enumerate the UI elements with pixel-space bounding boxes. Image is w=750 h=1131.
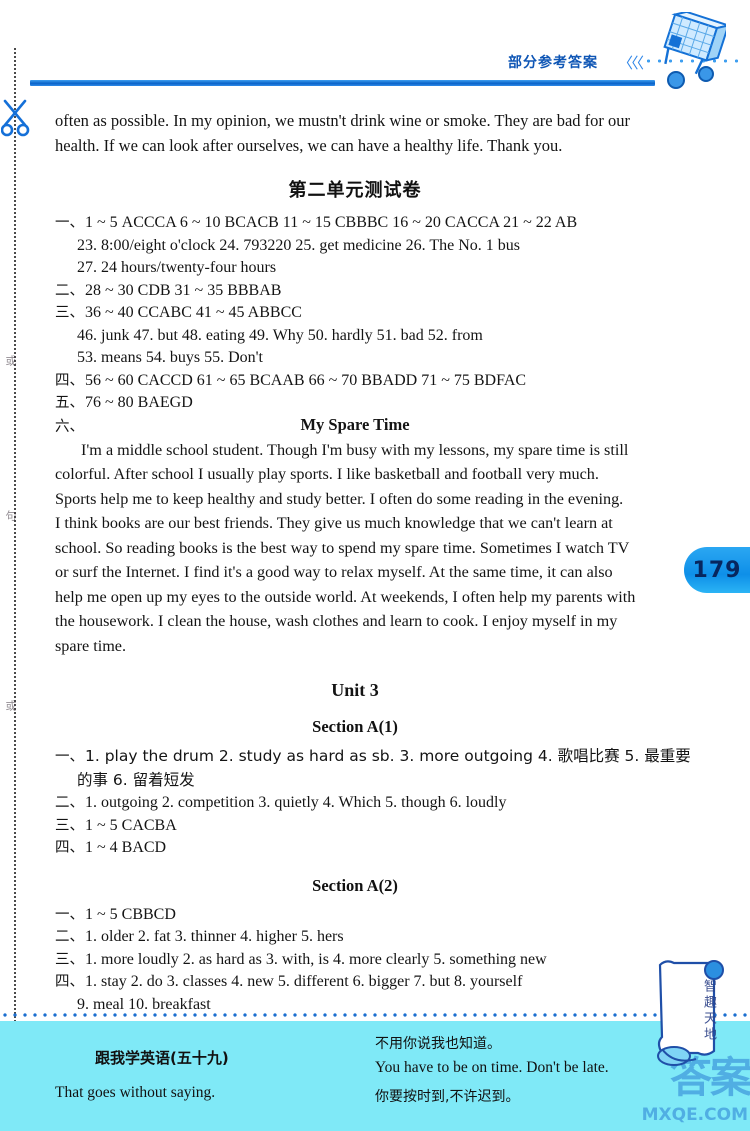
section-marker: 四、 bbox=[55, 840, 84, 856]
answer-text: 1 ~ 5 ACCCA 6 ~ 10 BCACB 11 ~ 15 CBBBC 1… bbox=[85, 214, 578, 231]
answer-row: 53. means 54. buys 55. Don't bbox=[55, 347, 655, 370]
answer-text: 1 ~ 4 BACD bbox=[85, 839, 167, 856]
footer-chinese-1: 不用你说我也知道。 bbox=[375, 1036, 501, 1052]
margin-vertical-text-3: 或 bbox=[4, 700, 17, 713]
essay-line: colorful. After school I usually play sp… bbox=[55, 465, 599, 483]
footer-english-2: You have to be on time. Don't be late. bbox=[375, 1059, 609, 1076]
essay-line: or surf the Internet. I find it's a good… bbox=[55, 563, 613, 581]
unit3-title: Unit 3 bbox=[331, 680, 379, 700]
section-marker: 三、 bbox=[55, 817, 84, 834]
essay-title: My Spare Time bbox=[300, 414, 410, 434]
section-marker: 六、 bbox=[55, 418, 84, 435]
answer-row: 46. junk 47. but 48. eating 49. Why 50. … bbox=[55, 325, 655, 348]
section-marker: 四、 bbox=[55, 372, 84, 389]
page-number-tab: 179 bbox=[684, 547, 750, 593]
section-marker: 一、 bbox=[55, 215, 84, 231]
answer-text: 1. play the drum 2. study as hard as sb.… bbox=[85, 747, 691, 765]
section-title-a1: Section A(1) bbox=[312, 717, 398, 736]
section-marker: 二、 bbox=[55, 929, 84, 945]
page-footer: 跟我学英语(五十九) That goes without saying. 不用你… bbox=[0, 1021, 750, 1131]
unit2-title: 第二单元测试卷 bbox=[288, 180, 422, 201]
paragraph-line: health. If we can look after ourselves, … bbox=[55, 136, 563, 155]
margin-vertical-text-2: 句 bbox=[4, 510, 17, 523]
essay-line: spare time. bbox=[55, 636, 127, 655]
answer-text: 53. means 54. buys 55. Don't bbox=[77, 349, 263, 366]
answer-row: 三、1 ~ 5 CACBA bbox=[55, 815, 655, 838]
answer-text: 23. 8:00/eight o'clock 24. 793220 25. ge… bbox=[77, 236, 520, 254]
essay-line: the housework. I clean the house, wash c… bbox=[55, 612, 618, 630]
answer-text: 1. stay 2. do 3. classes 4. new 5. diffe… bbox=[85, 973, 523, 990]
answer-row: 二、1. older 2. fat 3. thinner 4. higher 5… bbox=[55, 926, 655, 949]
section-marker: 三、 bbox=[55, 305, 84, 321]
header-rule bbox=[30, 80, 655, 86]
answer-text: 36 ~ 40 CCABC 41 ~ 45 ABBCC bbox=[85, 304, 302, 321]
section-marker: 二、 bbox=[55, 282, 84, 299]
watermark-url: MXQE.COM bbox=[641, 1105, 748, 1125]
answer-row: 五、76 ~ 80 BAEGD bbox=[55, 392, 655, 415]
page-content: often as possible. In my opinion, we mus… bbox=[55, 108, 691, 1129]
answer-text: 1 ~ 5 CBBCD bbox=[85, 905, 176, 923]
answer-row: 27. 24 hours/twenty-four hours bbox=[55, 257, 655, 280]
answer-text: 56 ~ 60 CACCD 61 ~ 65 BCAAB 66 ~ 70 BBAD… bbox=[85, 371, 527, 389]
cut-line-divider bbox=[14, 48, 16, 1058]
essay-line: I think books are our best friends. They… bbox=[55, 514, 613, 532]
section-marker: 三、 bbox=[55, 951, 84, 968]
essay-line: help me open up my eyes to the outside w… bbox=[55, 587, 636, 606]
answer-row: 三、1. more loudly 2. as hard as 3. with, … bbox=[55, 949, 655, 972]
header-label: 部分参考答案 bbox=[508, 55, 598, 71]
answer-row: 23. 8:00/eight o'clock 24. 793220 25. ge… bbox=[55, 235, 655, 258]
scroll-label: 智趣天地 bbox=[701, 979, 716, 1043]
answer-text: 28 ~ 30 CDB 31 ~ 35 BBBAB bbox=[85, 281, 282, 299]
footer-chinese-2: 你要按时到,不许迟到。 bbox=[375, 1089, 520, 1105]
answer-text: 1. more loudly 2. as hard as 3. with, is… bbox=[85, 950, 547, 968]
essay-line: Sports help me to keep healthy and study… bbox=[55, 489, 624, 508]
section-marker: 一、 bbox=[55, 906, 84, 923]
section-marker: 一、 bbox=[55, 749, 84, 765]
answer-row: 二、28 ~ 30 CDB 31 ~ 35 BBBAB bbox=[55, 280, 655, 303]
section-a2-answer-list: 一、1 ~ 5 CBBCD 二、1. older 2. fat 3. thinn… bbox=[55, 904, 655, 1017]
answer-row: 四、1. stay 2. do 3. classes 4. new 5. dif… bbox=[55, 971, 655, 994]
paragraph-line: often as possible. In my opinion, we mus… bbox=[55, 111, 631, 130]
answer-row: 一、1. play the drum 2. study as hard as s… bbox=[55, 745, 691, 769]
answer-row: 二、1. outgoing 2. competition 3. quietly … bbox=[55, 792, 655, 815]
essay-line: I'm a middle school student. Though I'm … bbox=[81, 440, 629, 459]
chevron-left-icon: 〈〈〈 bbox=[617, 54, 644, 72]
answer-row: 的事 6. 留着短发 bbox=[55, 769, 655, 793]
page-header: 部分参考答案 〈〈〈 bbox=[0, 0, 750, 105]
answer-text: 46. junk 47. but 48. eating 49. Why 50. … bbox=[77, 326, 483, 344]
section-a1-answer-list: 一、1. play the drum 2. study as hard as s… bbox=[55, 745, 691, 860]
section-marker: 五、 bbox=[55, 395, 84, 411]
essay-block: 六、 My Spare Time I'm a middle school stu… bbox=[55, 415, 655, 659]
essay-line: school. So reading books is the best way… bbox=[55, 538, 630, 557]
answer-text: 的事 6. 留着短发 bbox=[77, 770, 195, 789]
section-marker: 二、 bbox=[55, 795, 84, 811]
footer-dotted-divider bbox=[0, 1012, 750, 1018]
answer-row: 四、1 ~ 4 BACD bbox=[55, 837, 655, 860]
answer-text: 1 ~ 5 CACBA bbox=[85, 816, 177, 834]
answer-text: 1. outgoing 2. competition 3. quietly 4.… bbox=[85, 794, 507, 811]
answer-text: 9. meal 10. breakfast bbox=[77, 995, 211, 1013]
section-title-a2: Section A(2) bbox=[312, 875, 398, 895]
answer-row: 三、36 ~ 40 CCABC 41 ~ 45 ABBCC bbox=[55, 302, 655, 325]
margin-vertical-text-1: 或 bbox=[4, 355, 17, 368]
footer-english-1: That goes without saying. bbox=[55, 1084, 216, 1101]
answer-text: 76 ~ 80 BAEGD bbox=[85, 394, 193, 411]
unit2-answer-list: 一、1 ~ 5 ACCCA 6 ~ 10 BCACB 11 ~ 15 CBBBC… bbox=[55, 212, 655, 415]
answer-text: 1. older 2. fat 3. thinner 4. higher 5. … bbox=[85, 928, 344, 945]
answer-text: 27. 24 hours/twenty-four hours bbox=[77, 259, 277, 276]
continued-paragraph: often as possible. In my opinion, we mus… bbox=[55, 108, 655, 158]
section-marker: 四、 bbox=[55, 974, 84, 990]
footer-title: 跟我学英语(五十九) bbox=[95, 1049, 229, 1067]
answer-row: 一、1 ~ 5 ACCCA 6 ~ 10 BCACB 11 ~ 15 CBBBC… bbox=[55, 212, 655, 235]
answer-row: 四、56 ~ 60 CACCD 61 ~ 65 BCAAB 66 ~ 70 BB… bbox=[55, 370, 655, 393]
answer-row: 一、1 ~ 5 CBBCD bbox=[55, 904, 655, 927]
shopping-cart-icon bbox=[663, 12, 726, 89]
